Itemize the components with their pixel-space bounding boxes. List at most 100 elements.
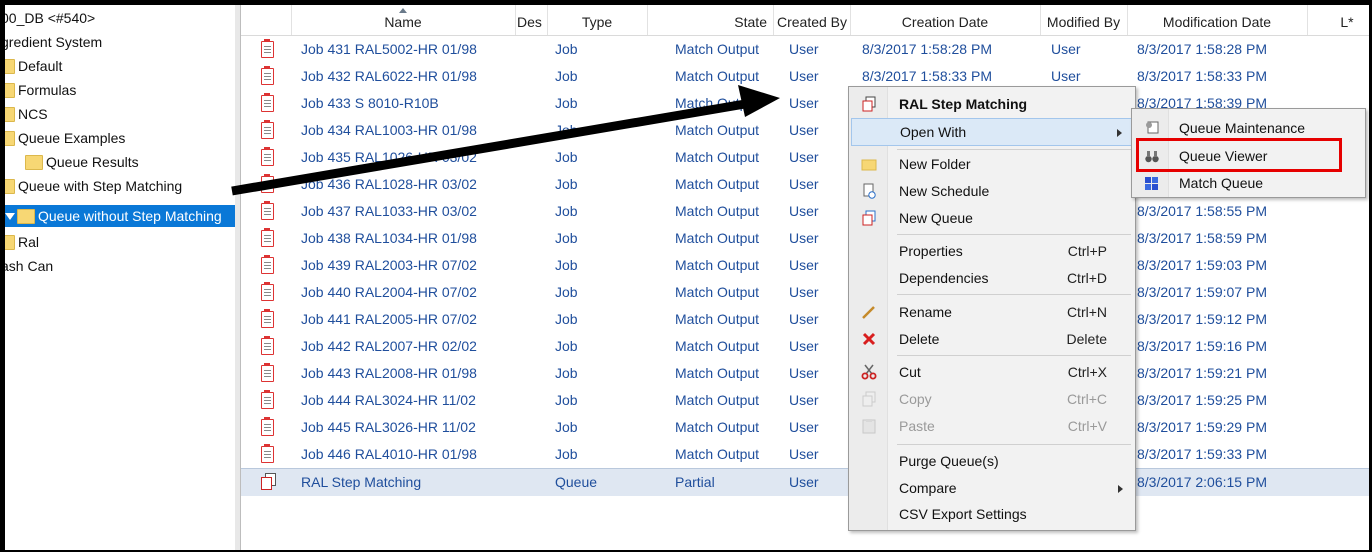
cell-created-by: User bbox=[789, 68, 819, 84]
cell-state: Match Output bbox=[675, 149, 760, 165]
cell-modification-date: 8/3/2017 1:59:21 PM bbox=[1137, 365, 1267, 381]
menu-item-properties[interactable]: Properties Ctrl+P bbox=[851, 238, 1133, 264]
cell-state: Match Output bbox=[675, 122, 760, 138]
queue-maintenance-icon bbox=[1146, 121, 1159, 134]
menu-item-new-folder[interactable]: New Folder bbox=[851, 151, 1133, 177]
table-row[interactable]: Job 442 RAL2007-HR 02/02 Job Match Output U… bbox=[241, 333, 1369, 360]
job-icon bbox=[261, 201, 274, 220]
tree-item-ral[interactable]: Ral bbox=[5, 231, 39, 253]
menu-item-cut[interactable]: Cut Ctrl+X bbox=[851, 359, 1133, 385]
column-header-label: State bbox=[734, 14, 767, 30]
menu-item-delete[interactable]: Delete Delete bbox=[851, 326, 1133, 352]
menu-item-new-schedule[interactable]: New Schedule bbox=[851, 178, 1133, 204]
menu-item-label: New Queue bbox=[899, 210, 973, 226]
column-header-modification-date[interactable]: Modification Date bbox=[1127, 5, 1308, 35]
menu-item-rename[interactable]: Rename Ctrl+N bbox=[851, 299, 1133, 325]
menu-item-copy[interactable]: Copy Ctrl+C bbox=[851, 386, 1133, 412]
cell-state: Match Output bbox=[675, 419, 760, 435]
menu-separator bbox=[897, 234, 1131, 235]
schedule-icon bbox=[863, 183, 876, 199]
menu-item-label: CSV Export Settings bbox=[899, 506, 1027, 522]
cell-created-by: User bbox=[789, 257, 819, 273]
folder-icon bbox=[5, 58, 15, 74]
cell-state: Match Output bbox=[675, 392, 760, 408]
table-row[interactable]: Job 438 RAL1034-HR 01/98 Job Match Output U… bbox=[241, 225, 1369, 252]
tree-item-label: 00_DB <#540> bbox=[5, 10, 96, 26]
cell-state: Match Output bbox=[675, 230, 760, 246]
cell-created-by: User bbox=[789, 474, 819, 490]
menu-item-shortcut: Ctrl+C bbox=[1066, 391, 1107, 407]
column-header-creation-date[interactable]: Creation Date bbox=[850, 5, 1041, 35]
expand-arrow-icon[interactable] bbox=[5, 212, 15, 220]
menu-item-new-queue[interactable]: New Queue bbox=[851, 205, 1133, 231]
cell-modification-date: 8/3/2017 1:58:33 PM bbox=[1137, 68, 1267, 84]
menu-item-shortcut: Ctrl+N bbox=[1066, 304, 1107, 320]
table-row[interactable]: RAL Step Matching Queue Partial User 8/3/201… bbox=[241, 468, 1369, 496]
tree-item-trash-can[interactable]: ash Can bbox=[5, 255, 53, 277]
menu-item-compare[interactable]: Compare bbox=[851, 475, 1133, 501]
table-row[interactable]: Job 441 RAL2005-HR 07/02 Job Match Output U… bbox=[241, 306, 1369, 333]
submenu-item-match-queue[interactable]: Match Queue bbox=[1134, 170, 1363, 196]
cell-type: Queue bbox=[555, 474, 598, 490]
table-row[interactable]: Job 443 RAL2008-HR 01/98 Job Match Output U… bbox=[241, 360, 1369, 387]
cell-name: Job 433 S 8010-R10B bbox=[301, 95, 439, 111]
menu-item-purge-queues[interactable]: Purge Queue(s) bbox=[851, 448, 1133, 474]
cell-modification-date: 8/3/2017 1:59:29 PM bbox=[1137, 419, 1267, 435]
menu-item-shortcut: Ctrl+D bbox=[1066, 270, 1107, 286]
tree-item-queue-without-step-matching[interactable]: Queue without Step Matching bbox=[5, 205, 235, 227]
tree-item-formulas[interactable]: Formulas bbox=[5, 79, 76, 101]
tree-item-label: NCS bbox=[18, 106, 48, 122]
column-header-label: Creation Date bbox=[901, 14, 989, 30]
menu-item-dependencies[interactable]: Dependencies Ctrl+D bbox=[851, 265, 1133, 291]
menu-item-paste[interactable]: Paste Ctrl+V bbox=[851, 413, 1133, 439]
tree-item-ncs[interactable]: NCS bbox=[5, 103, 48, 125]
cell-name: Job 436 RAL1028-HR 03/02 bbox=[301, 176, 477, 192]
tree-item-queue-examples[interactable]: Queue Examples bbox=[5, 127, 125, 149]
menu-item-label: RAL Step Matching bbox=[899, 96, 1028, 112]
tree-item-ingredient-system[interactable]: gredient System bbox=[5, 31, 102, 53]
cell-type: Job bbox=[555, 95, 578, 111]
folder-icon bbox=[5, 82, 15, 98]
cell-modification-date: 8/3/2017 1:59:12 PM bbox=[1137, 311, 1267, 327]
menu-item-csv-export-settings[interactable]: CSV Export Settings bbox=[851, 501, 1133, 527]
menu-item-open-with[interactable]: Open With bbox=[851, 118, 1133, 146]
menu-item-ral-step-matching[interactable]: RAL Step Matching bbox=[851, 91, 1133, 117]
cell-state: Match Output bbox=[675, 176, 760, 192]
column-header-created-by[interactable]: Created By bbox=[774, 5, 851, 35]
menu-separator bbox=[897, 355, 1131, 356]
table-row[interactable]: Job 440 RAL2004-HR 07/02 Job Match Output U… bbox=[241, 279, 1369, 306]
column-header-label: Type bbox=[581, 14, 613, 30]
tree-item-label: Queue with Step Matching bbox=[18, 178, 183, 194]
cell-created-by: User bbox=[789, 41, 819, 57]
tree-item-default[interactable]: Default bbox=[5, 55, 62, 77]
cell-state: Match Output bbox=[675, 284, 760, 300]
column-header-description[interactable]: Des bbox=[515, 5, 548, 35]
column-header-modified-by[interactable]: Modified By bbox=[1040, 5, 1128, 35]
table-row[interactable]: Job 446 RAL4010-HR 01/98 Job Match Output U… bbox=[241, 441, 1369, 468]
column-header-l-star[interactable]: L* bbox=[1307, 5, 1369, 35]
menu-item-shortcut: Ctrl+X bbox=[1067, 364, 1107, 380]
menu-item-label: Compare bbox=[899, 480, 957, 496]
queue-icon bbox=[261, 473, 276, 490]
cell-type: Job bbox=[555, 392, 578, 408]
column-header-state[interactable]: State bbox=[647, 5, 774, 35]
table-row[interactable]: Job 444 RAL3024-HR 11/02 Job Match Output U… bbox=[241, 387, 1369, 414]
pencil-icon bbox=[862, 306, 875, 319]
cell-state: Match Output bbox=[675, 68, 760, 84]
cell-state: Match Output bbox=[675, 338, 760, 354]
column-header-type[interactable]: Type bbox=[547, 5, 648, 35]
tree-item-database[interactable]: 00_DB <#540> bbox=[5, 7, 95, 29]
cell-state: Match Output bbox=[675, 95, 760, 111]
tree-item-queue-results[interactable]: Queue Results bbox=[25, 151, 139, 173]
tree-item-queue-with-step-matching[interactable]: Queue with Step Matching bbox=[5, 175, 182, 197]
table-row[interactable]: Job 445 RAL3026-HR 11/02 Job Match Output U… bbox=[241, 414, 1369, 441]
cell-type: Job bbox=[555, 149, 578, 165]
column-header-icon[interactable] bbox=[241, 5, 292, 35]
table-row[interactable]: Job 432 RAL6022-HR 01/98 Job Match Output U… bbox=[241, 63, 1369, 90]
table-row[interactable]: Job 439 RAL2003-HR 07/02 Job Match Output U… bbox=[241, 252, 1369, 279]
job-icon bbox=[261, 390, 274, 409]
column-header-name[interactable]: Name bbox=[291, 5, 516, 35]
menu-separator bbox=[897, 149, 1131, 150]
table-row[interactable]: Job 431 RAL5002-HR 01/98 Job Match Output U… bbox=[241, 36, 1369, 63]
table-row[interactable]: Job 437 RAL1033-HR 03/02 Job Match Output U… bbox=[241, 198, 1369, 225]
